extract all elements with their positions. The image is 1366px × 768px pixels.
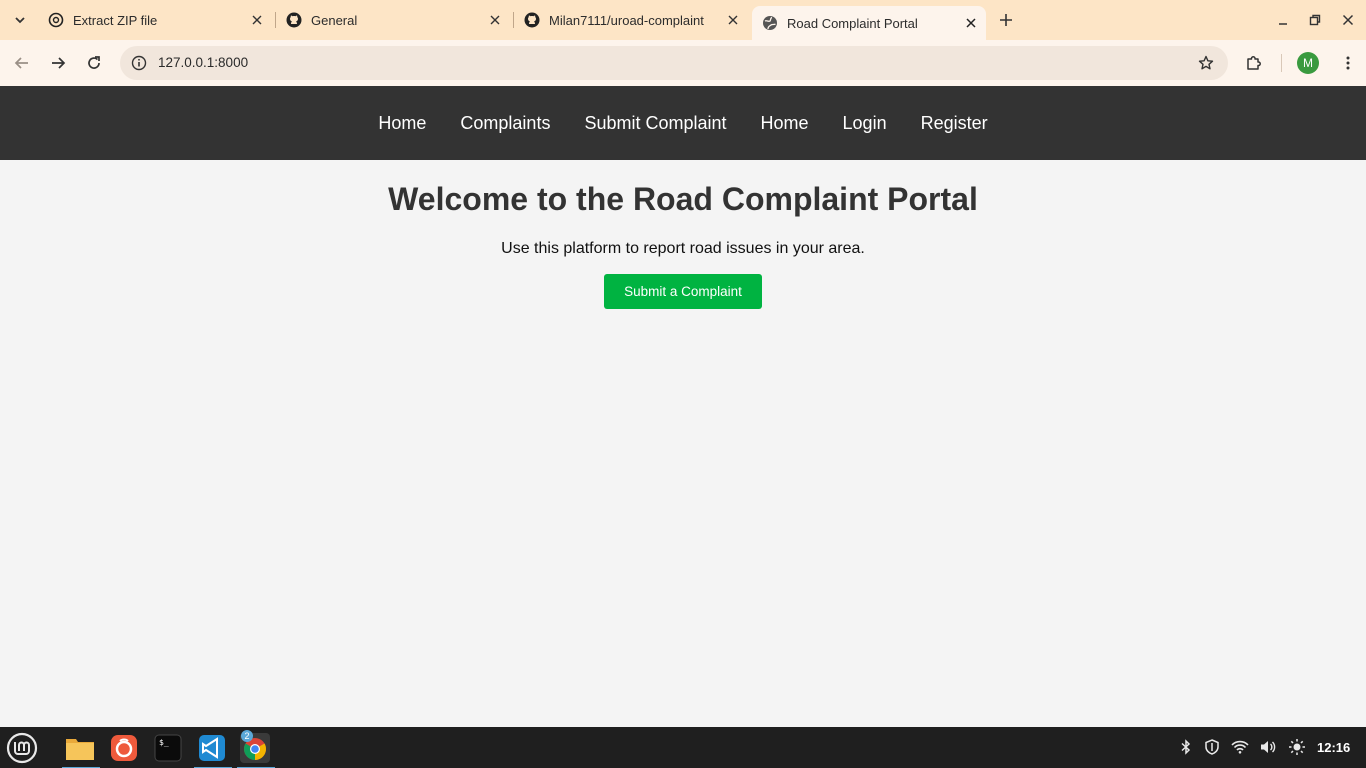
- bluetooth-icon[interactable]: [1176, 737, 1196, 757]
- nav-link-home[interactable]: Home: [361, 113, 443, 134]
- tab-search-button[interactable]: [8, 8, 32, 32]
- plus-icon: [1000, 14, 1012, 26]
- svg-text:$_: $_: [159, 738, 169, 747]
- tab-title: Extract ZIP file: [73, 12, 158, 28]
- close-icon[interactable]: [962, 14, 980, 32]
- tab-strip: Extract ZIP file General Milan7111/uroad…: [0, 0, 1366, 40]
- forward-button[interactable]: [44, 49, 72, 77]
- openai-icon: [48, 12, 64, 28]
- folder-icon: [66, 739, 94, 760]
- shield-icon[interactable]: [1202, 737, 1222, 757]
- site-info-icon[interactable]: [128, 52, 150, 74]
- reload-button[interactable]: [80, 49, 108, 77]
- globe-icon: [762, 15, 778, 31]
- reload-icon: [88, 56, 100, 69]
- linux-mint-icon: [6, 732, 38, 764]
- github-icon: [286, 12, 302, 28]
- close-icon[interactable]: [724, 11, 742, 29]
- url-text[interactable]: 127.0.0.1:8000: [158, 55, 248, 70]
- close-icon[interactable]: [486, 11, 504, 29]
- profile-avatar[interactable]: M: [1297, 52, 1319, 74]
- chevron-down-icon: [15, 17, 25, 24]
- new-tab-button[interactable]: [994, 8, 1018, 32]
- page-subtitle: Use this platform to report road issues …: [501, 240, 865, 257]
- tab-title: Milan7111/uroad-complaint: [549, 12, 704, 28]
- taskbar-firefox[interactable]: [106, 730, 142, 766]
- restore-button[interactable]: [1305, 10, 1325, 30]
- browser-toolbar: 127.0.0.1:8000 M: [0, 40, 1366, 86]
- start-menu-button[interactable]: [4, 730, 40, 766]
- tab-title: Road Complaint Portal: [787, 15, 918, 31]
- minimize-icon: [1279, 23, 1287, 25]
- wifi-icon[interactable]: [1230, 737, 1250, 757]
- site-navigation: Home Complaints Submit Complaint Home Lo…: [0, 86, 1366, 160]
- tab-road-complaint-portal[interactable]: Road Complaint Portal: [752, 6, 986, 40]
- nav-link-register[interactable]: Register: [904, 113, 1005, 134]
- close-window-button[interactable]: [1338, 10, 1358, 30]
- address-bar[interactable]: 127.0.0.1:8000: [120, 46, 1228, 80]
- firefox-icon: [111, 735, 137, 761]
- tab-title: General: [311, 12, 358, 28]
- github-icon: [524, 12, 540, 28]
- terminal-icon: $_: [154, 734, 182, 762]
- extensions-button[interactable]: [1240, 49, 1268, 77]
- taskbar-vscode[interactable]: [194, 730, 232, 768]
- minimize-button[interactable]: [1273, 10, 1293, 30]
- vscode-icon: [199, 735, 225, 761]
- page-title: Welcome to the Road Complaint Portal: [388, 181, 978, 217]
- arrow-left-icon: [14, 57, 28, 69]
- volume-icon[interactable]: [1258, 737, 1278, 757]
- clock[interactable]: 12:16: [1317, 740, 1350, 755]
- arrow-right-icon: [52, 57, 66, 69]
- kebab-menu-icon: [1346, 56, 1350, 70]
- close-icon: [1342, 14, 1354, 26]
- puzzle-icon: [1247, 56, 1261, 70]
- restore-icon: [1309, 14, 1321, 26]
- submit-complaint-button[interactable]: Submit a Complaint: [604, 274, 762, 309]
- tab-extract-zip[interactable]: Extract ZIP file: [38, 6, 272, 34]
- nav-link-complaints[interactable]: Complaints: [443, 113, 567, 134]
- tab-uroad-complaint[interactable]: Milan7111/uroad-complaint: [514, 6, 748, 34]
- menu-button[interactable]: [1334, 49, 1362, 77]
- toolbar-divider: [1281, 54, 1282, 72]
- taskbar-files[interactable]: [62, 730, 100, 768]
- nav-link-login[interactable]: Login: [826, 113, 904, 134]
- nav-link-home-2[interactable]: Home: [744, 113, 826, 134]
- window-count-badge: 2: [241, 730, 253, 742]
- nav-link-submit-complaint[interactable]: Submit Complaint: [567, 113, 743, 134]
- brightness-icon[interactable]: [1287, 737, 1307, 757]
- close-icon[interactable]: [248, 11, 266, 29]
- back-button[interactable]: [8, 49, 36, 77]
- main-content: Welcome to the Road Complaint Portal Use…: [0, 160, 1366, 309]
- bookmark-star-icon[interactable]: [1196, 53, 1216, 73]
- tab-general[interactable]: General: [276, 6, 510, 34]
- taskbar-terminal[interactable]: $_: [150, 730, 186, 766]
- taskbar-chrome[interactable]: 2: [237, 730, 275, 768]
- taskbar: $_ 2 12:16: [0, 727, 1366, 768]
